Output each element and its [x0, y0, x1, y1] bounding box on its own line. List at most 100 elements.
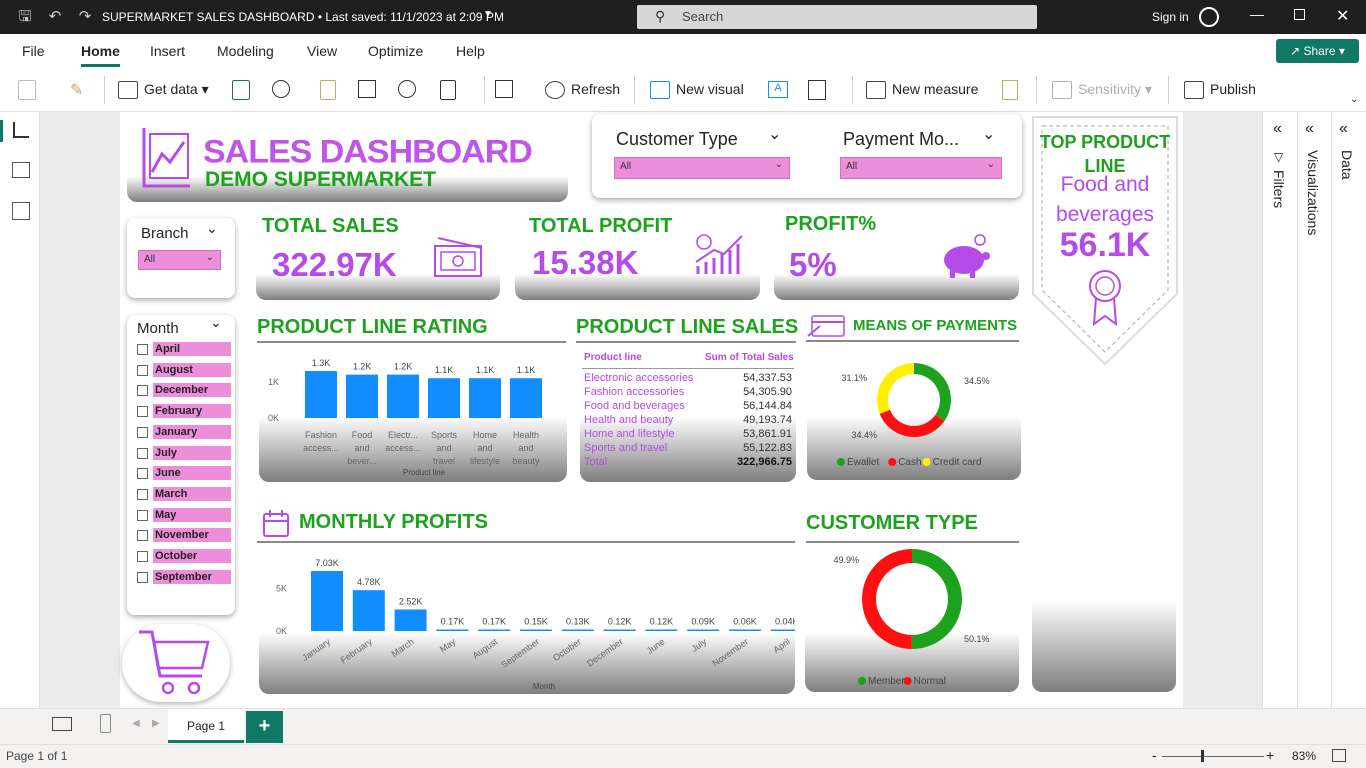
transform-data-icon[interactable]: [495, 80, 513, 98]
month-option[interactable]: August: [137, 362, 237, 379]
customer-type-donut-chart[interactable]: 50.1% 49.9% Member Normal: [805, 546, 1019, 690]
month-option[interactable]: February: [137, 404, 237, 420]
menu-modeling[interactable]: Modeling: [217, 43, 274, 59]
model-view-icon[interactable]: [12, 202, 30, 220]
previous-page-icon[interactable]: ◀: [132, 718, 140, 729]
account-icon[interactable]: [1199, 7, 1219, 27]
text-box-icon[interactable]: A: [768, 81, 788, 98]
chevron-down-icon[interactable]: ⌄: [210, 314, 222, 331]
monthly-profits-chart[interactable]: 0K 5K 7.03K January 4.78K February 2.52K March 0…: [259, 546, 795, 692]
menu-help[interactable]: Help: [456, 43, 485, 59]
branch-dropdown[interactable]: All ⌄: [138, 250, 221, 270]
table-view-icon[interactable]: [12, 162, 30, 178]
recent-sources-icon[interactable]: [440, 80, 456, 100]
menu-view[interactable]: View: [307, 43, 337, 59]
zoom-slider-thumb[interactable]: [1201, 750, 1204, 762]
save-icon[interactable]: 🖫: [16, 8, 34, 26]
collapse-filters-icon[interactable]: «: [1273, 120, 1282, 138]
quick-measure-icon[interactable]: [1002, 80, 1018, 100]
checkbox[interactable]: [137, 530, 148, 542]
checkbox[interactable]: [137, 426, 148, 438]
visualizations-pane-label[interactable]: Visualizations: [1305, 150, 1321, 235]
sign-in-link[interactable]: Sign in: [1152, 10, 1189, 24]
table-col-product-line[interactable]: Product line: [584, 352, 642, 363]
table-col-sum-sales[interactable]: Sum of Total Sales: [705, 352, 794, 363]
checkbox[interactable]: [137, 551, 148, 562]
get-data-button[interactable]: Get data ▾: [118, 81, 209, 100]
collapse-ribbon-icon[interactable]: ⌄: [1350, 94, 1358, 105]
new-visual-button[interactable]: New visual: [650, 81, 744, 100]
title-dropdown-icon[interactable]: ▼: [483, 9, 493, 20]
restore-icon[interactable]: [1294, 9, 1305, 20]
month-option[interactable]: May: [137, 507, 237, 524]
month-option[interactable]: April: [137, 342, 237, 358]
redo-icon[interactable]: ↷: [76, 8, 94, 26]
payments-donut-chart[interactable]: 34.5% 34.4% 31.1% Ewallet Cash Credit card: [807, 350, 1021, 474]
checkbox[interactable]: [137, 385, 148, 397]
chevron-down-icon[interactable]: ⌄: [206, 220, 218, 237]
sensitivity-button[interactable]: Sensitivity ▾: [1052, 81, 1152, 100]
month-option[interactable]: July: [137, 445, 237, 462]
new-measure-button[interactable]: New measure: [866, 81, 978, 100]
month-option[interactable]: September: [137, 569, 237, 586]
menu-optimize[interactable]: Optimize: [368, 43, 423, 59]
next-page-icon[interactable]: ▶: [152, 718, 160, 729]
checkbox[interactable]: [137, 571, 148, 583]
checkbox[interactable]: [137, 509, 148, 521]
checkbox[interactable]: [137, 468, 148, 480]
minimize-icon[interactable]: —: [1250, 6, 1264, 22]
month-option[interactable]: March: [137, 486, 237, 503]
data-pane-label[interactable]: Data: [1339, 150, 1355, 180]
fit-to-page-icon[interactable]: [1332, 749, 1346, 762]
chevron-down-icon[interactable]: ⌄: [768, 124, 781, 144]
menu-insert[interactable]: Insert: [150, 43, 185, 59]
paste-icon[interactable]: [18, 80, 36, 100]
zoom-in-icon[interactable]: +: [1266, 747, 1274, 763]
desktop-layout-icon[interactable]: [52, 717, 72, 731]
month-option[interactable]: December: [137, 383, 237, 399]
search-box[interactable]: ⚲ Search: [637, 5, 1037, 29]
enter-data-icon[interactable]: [358, 80, 376, 98]
dataverse-icon[interactable]: [398, 80, 416, 98]
collapse-data-icon[interactable]: «: [1339, 120, 1348, 138]
undo-icon[interactable]: ↶: [46, 8, 64, 26]
menu-home[interactable]: Home: [81, 43, 120, 59]
table-row[interactable]: Food and beverages 56,144.84: [584, 400, 792, 414]
month-option[interactable]: June: [137, 466, 237, 482]
format-painter-icon[interactable]: ✎: [70, 80, 83, 100]
customer-type-dropdown[interactable]: All ⌄: [614, 157, 790, 179]
month-option[interactable]: January: [137, 424, 237, 441]
table-row[interactable]: Fashion accessories 54,305.90: [584, 386, 792, 400]
checkbox[interactable]: [137, 364, 148, 376]
close-icon[interactable]: ✕: [1336, 6, 1349, 26]
mobile-layout-icon[interactable]: [100, 714, 111, 733]
page-tab-1[interactable]: Page 1: [168, 709, 244, 743]
product-line-rating-chart[interactable]: 0K 1K 1.3K Fashion access... 1.2K Food and bever…: [259, 350, 567, 480]
report-view-icon[interactable]: [13, 122, 29, 138]
month-option[interactable]: November: [137, 528, 237, 544]
sql-icon[interactable]: [320, 80, 336, 100]
table-row[interactable]: Home and lifestyle 53,861.91: [584, 428, 792, 442]
table-row[interactable]: Electronic accessories 54,337.53: [584, 372, 792, 386]
checkbox[interactable]: [137, 447, 148, 459]
table-row[interactable]: Health and beauty 49,193.74: [584, 414, 792, 428]
checkbox[interactable]: [137, 344, 148, 355]
onelake-icon[interactable]: [272, 80, 290, 98]
excel-icon[interactable]: [232, 80, 250, 100]
add-page-button[interactable]: +: [246, 711, 283, 743]
zoom-out-icon[interactable]: -: [1152, 747, 1157, 763]
checkbox[interactable]: [137, 406, 148, 418]
share-button[interactable]: ↗ Share ▾: [1276, 39, 1359, 63]
collapse-visualizations-icon[interactable]: «: [1305, 120, 1314, 138]
menu-file[interactable]: File: [22, 43, 45, 59]
month-option[interactable]: October: [137, 549, 237, 565]
refresh-button[interactable]: Refresh: [545, 81, 620, 100]
more-visuals-icon[interactable]: [808, 80, 826, 100]
chevron-down-icon[interactable]: ⌄: [982, 124, 995, 144]
checkbox[interactable]: [137, 488, 148, 500]
payment-dropdown[interactable]: All ⌄: [840, 157, 1002, 179]
publish-button[interactable]: Publish: [1184, 81, 1256, 100]
zoom-slider[interactable]: [1162, 756, 1264, 757]
table-row[interactable]: Sports and travel 55,122.83: [584, 442, 792, 456]
filters-pane-label[interactable]: Filters: [1271, 170, 1287, 208]
